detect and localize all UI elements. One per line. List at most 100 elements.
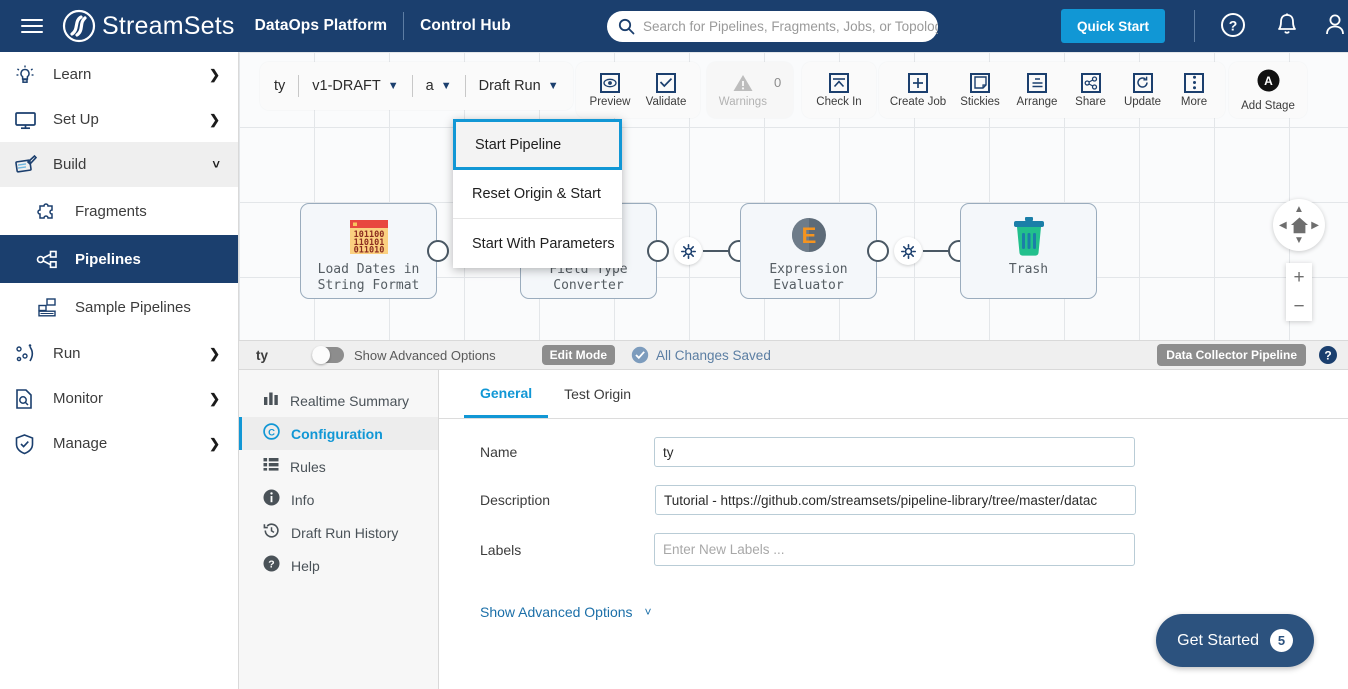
toolbar-divider [464, 75, 466, 97]
monitor-icon [14, 109, 44, 131]
add-stage-button[interactable]: A Add Stage [1235, 69, 1301, 112]
nav-label: Help [291, 557, 320, 574]
stage-output-node[interactable] [427, 240, 449, 262]
stage-expression-evaluator[interactable]: E Expression Evaluator [740, 203, 877, 299]
menu-item-start-with-parameters[interactable]: Start With Parameters [453, 219, 622, 268]
stage-load-dates-in-string-format[interactable]: 101100 110101 011010 Load Dates in String… [300, 203, 437, 299]
user-account-icon[interactable] [1324, 12, 1346, 43]
product-name: DataOps Platform [254, 17, 388, 34]
warnings-button[interactable]: Warnings 0 [711, 73, 789, 108]
link-gear-icon[interactable] [674, 237, 702, 265]
chevron-down-icon[interactable]: ▼ [548, 80, 559, 92]
quick-start-button[interactable]: Quick Start [1061, 9, 1165, 43]
menu-item-label: Start With Parameters [472, 235, 615, 252]
stage-output-node[interactable] [647, 240, 669, 262]
svg-text:A: A [1264, 74, 1273, 88]
button-label: Check In [816, 95, 862, 108]
nav-label: Rules [290, 458, 326, 475]
menu-item-start-pipeline[interactable]: Start Pipeline [453, 119, 622, 170]
global-search[interactable] [607, 11, 938, 42]
svg-text:011010: 011010 [353, 246, 384, 256]
sidebar-item-monitor[interactable]: Monitor ❯ [0, 376, 238, 421]
properties-nav-info[interactable]: Info [239, 483, 438, 516]
arrange-button[interactable]: Arrange [1009, 72, 1065, 108]
create-job-button[interactable]: Create Job [885, 72, 951, 108]
sidebar-item-learn[interactable]: Learn ❯ [0, 52, 238, 97]
sidebar-item-pipelines[interactable]: Pipelines [0, 235, 238, 283]
chevron-right-icon: ❯ [209, 66, 220, 82]
update-button[interactable]: Update [1116, 72, 1169, 108]
labels-input[interactable] [654, 533, 1135, 566]
field-row-labels: Labels [439, 533, 1348, 566]
svg-text:?: ? [1324, 349, 1331, 363]
sticky-note-icon [970, 72, 990, 93]
binary-data-icon: 101100 110101 011010 [347, 215, 391, 259]
check-in-button[interactable]: Check In [808, 72, 870, 108]
header-divider-2 [1194, 10, 1195, 42]
pipeline-canvas[interactable]: ty v1-DRAFT ▼ a ▼ Draft Run ▼ Preview Va… [239, 52, 1348, 340]
notifications-bell-icon[interactable] [1275, 12, 1299, 43]
show-advanced-options-toggle[interactable] [312, 346, 345, 364]
properties-nav-realtime-summary[interactable]: Realtime Summary [239, 384, 438, 417]
zoom-in-button[interactable]: + [1286, 263, 1312, 292]
canvas-pan-control[interactable]: ▲ ▼ ◀ ▶ [1273, 199, 1325, 251]
stage-trash[interactable]: Trash [960, 203, 1097, 299]
environment-label[interactable]: a [426, 78, 434, 94]
nav-label: Realtime Summary [290, 392, 410, 409]
chevron-down-icon[interactable]: ▼ [388, 80, 399, 92]
pan-right-icon[interactable]: ▶ [1311, 220, 1319, 231]
preview-button[interactable]: Preview [582, 72, 638, 108]
chevron-down-icon[interactable]: ▼ [441, 80, 452, 92]
help-icon[interactable]: ? [1220, 12, 1246, 43]
streamsets-logo[interactable]: StreamSets [62, 9, 235, 43]
sidebar-item-fragments[interactable]: Fragments [0, 187, 238, 235]
advanced-link-label: Show Advanced Options [480, 604, 633, 620]
properties-nav-rules[interactable]: Rules [239, 450, 438, 483]
description-input[interactable] [655, 485, 1136, 515]
stage-output-node[interactable] [867, 240, 889, 262]
search-input[interactable] [643, 19, 938, 34]
button-label: Validate [645, 95, 687, 108]
validate-button[interactable]: Validate [638, 72, 694, 108]
sidebar-item-manage[interactable]: Manage ❯ [0, 421, 238, 466]
name-input[interactable] [654, 437, 1135, 467]
stickies-button[interactable]: Stickies [951, 72, 1009, 108]
button-label: Share [1075, 95, 1106, 108]
properties-nav-help[interactable]: ? Help [239, 549, 438, 582]
properties-content: General Test Origin Name Description Lab… [439, 370, 1348, 689]
tab-test-origin[interactable]: Test Origin [548, 370, 647, 418]
expression-evaluator-icon: E [786, 215, 832, 259]
sidebar-item-set-up[interactable]: Set Up ❯ [0, 97, 238, 142]
run-mode-label[interactable]: Draft Run [479, 78, 541, 94]
pan-left-icon[interactable]: ◀ [1279, 220, 1287, 231]
zoom-out-button[interactable]: − [1286, 292, 1312, 321]
get-started-button[interactable]: Get Started 5 [1156, 614, 1314, 667]
add-stage-toolbar: A Add Stage [1229, 62, 1307, 118]
save-status-label: All Changes Saved [656, 347, 771, 363]
share-button[interactable]: Share [1065, 72, 1116, 108]
shield-check-icon [14, 433, 44, 455]
properties-nav-draft-run-history[interactable]: Draft Run History [239, 516, 438, 549]
pan-up-icon[interactable]: ▲ [1294, 204, 1304, 215]
home-icon[interactable] [1290, 216, 1309, 235]
properties-nav-configuration[interactable]: C Configuration [239, 417, 438, 450]
menu-item-reset-origin-and-start[interactable]: Reset Origin & Start [453, 170, 622, 219]
hamburger-icon[interactable] [10, 19, 54, 33]
sidebar-item-run[interactable]: Run ❯ [0, 331, 238, 376]
link-gear-icon[interactable] [894, 237, 922, 265]
checkin-toolbar: Check In [802, 62, 876, 118]
stage-label: Load Dates in String Format [317, 262, 420, 293]
pan-down-icon[interactable]: ▼ [1294, 235, 1304, 246]
list-icon [263, 457, 279, 476]
sidebar-item-build[interactable]: Build ˅ [0, 142, 238, 187]
help-circle-icon[interactable]: ? [1318, 345, 1338, 365]
chevron-right-icon: ❯ [209, 111, 220, 127]
toggle-knob [312, 346, 331, 364]
version-label[interactable]: v1-DRAFT [312, 78, 380, 94]
sidebar-item-sample-pipelines[interactable]: Sample Pipelines [0, 283, 238, 331]
eye-icon [600, 72, 620, 93]
menu-item-label: Start Pipeline [475, 136, 562, 153]
tab-general[interactable]: General [464, 370, 549, 418]
lightbulb-icon [14, 64, 44, 86]
more-button[interactable]: More [1169, 72, 1219, 108]
